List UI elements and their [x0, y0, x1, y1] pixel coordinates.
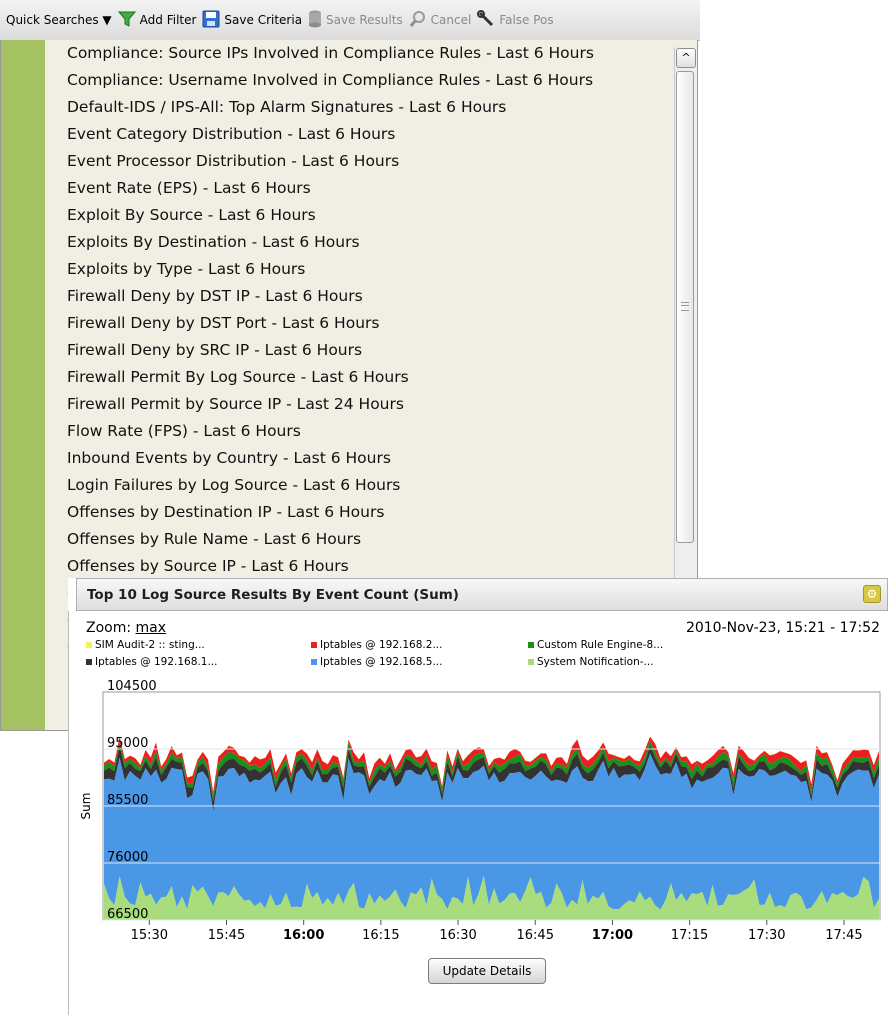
x-tick-label: 16:30: [439, 928, 476, 943]
cancel-label: Cancel: [430, 13, 472, 27]
false-positive-button[interactable]: False Pos: [477, 9, 554, 31]
saved-search-item[interactable]: Compliance: Username Involved in Complia…: [45, 67, 673, 94]
saved-search-item[interactable]: Firewall Deny by DST IP - Last 6 Hours: [45, 283, 673, 310]
saved-search-item[interactable]: Login Failures by Log Source - Last 6 Ho…: [45, 472, 673, 499]
false-positive-label: False Pos: [499, 13, 554, 27]
saved-search-item[interactable]: Firewall Deny by SRC IP - Last 6 Hours: [45, 337, 673, 364]
y-tick-label: 104500: [107, 679, 157, 694]
save-criteria-button[interactable]: Save Criteria: [202, 9, 302, 31]
scroll-thumb[interactable]: [676, 71, 694, 543]
floppy-disk-icon: [202, 10, 220, 31]
saved-search-item[interactable]: Compliance: Source IPs Involved in Compl…: [45, 40, 673, 67]
chart-panel: Top 10 Log Source Results By Event Count…: [68, 578, 888, 1015]
y-tick-label: 95000: [107, 736, 148, 751]
grip-icon: [681, 302, 689, 311]
series-area-iptables-5: [104, 753, 879, 910]
saved-search-item[interactable]: Firewall Permit By Log Source - Last 6 H…: [45, 364, 673, 391]
x-tick-label: 16:00: [283, 928, 324, 943]
y-tick-label: 76000: [107, 850, 148, 865]
save-results-button[interactable]: Save Results: [308, 9, 403, 31]
stacked-area-chart[interactable]: 104500 95000 85500 76000 66500 Sum 15:30 15:45 1…: [68, 578, 888, 948]
wrench-icon: [477, 9, 495, 31]
saved-search-item[interactable]: Firewall Permit by Source IP - Last 24 H…: [45, 391, 673, 418]
saved-search-item[interactable]: Exploits By Destination - Last 6 Hours: [45, 229, 673, 256]
add-filter-label: Add Filter: [139, 13, 197, 27]
quick-searches-label: Quick Searches ▼: [6, 13, 112, 27]
x-tick-label: 17:30: [748, 928, 785, 943]
saved-search-item[interactable]: Event Category Distribution - Last 6 Hou…: [45, 121, 673, 148]
cancel-button[interactable]: Cancel: [409, 9, 472, 31]
saved-search-item[interactable]: Offenses by Source IP - Last 6 Hours: [45, 553, 673, 580]
saved-search-item[interactable]: Offenses by Rule Name - Last 6 Hours: [45, 526, 673, 553]
filter-icon: [117, 10, 136, 31]
y-axis-label: Sum: [79, 793, 93, 820]
toolbar: Quick Searches ▼ Add Filter Save Criteri…: [0, 0, 700, 41]
scroll-up-arrow-icon[interactable]: ^: [676, 48, 696, 68]
save-criteria-label: Save Criteria: [224, 13, 303, 27]
saved-search-item[interactable]: Event Rate (EPS) - Last 6 Hours: [45, 175, 673, 202]
x-tick-label: 16:15: [362, 928, 399, 943]
saved-search-item[interactable]: Exploits by Type - Last 6 Hours: [45, 256, 673, 283]
add-filter-button[interactable]: Add Filter: [117, 9, 197, 31]
list-gutter: [1, 40, 45, 730]
y-tick-label: 85500: [107, 793, 148, 808]
saved-search-item[interactable]: Event Processor Distribution - Last 6 Ho…: [45, 148, 673, 175]
x-tick-label: 15:30: [131, 928, 168, 943]
y-tick-label: 66500: [107, 907, 148, 922]
x-tick-label: 17:00: [592, 928, 633, 943]
x-tick-label: 17:15: [671, 928, 708, 943]
magnifier-cancel-icon: [409, 10, 427, 31]
update-details-button[interactable]: Update Details: [428, 958, 546, 984]
saved-search-item[interactable]: Default-IDS / IPS-All: Top Alarm Signatu…: [45, 94, 673, 121]
saved-search-item[interactable]: Exploit By Source - Last 6 Hours: [45, 202, 673, 229]
quick-searches-menu[interactable]: Quick Searches ▼: [6, 9, 112, 31]
saved-search-item[interactable]: Offenses by Destination IP - Last 6 Hour…: [45, 499, 673, 526]
x-tick-label: 15:45: [208, 928, 245, 943]
x-tick-label: 17:45: [825, 928, 862, 943]
saved-search-item[interactable]: Firewall Deny by DST Port - Last 6 Hours: [45, 310, 673, 337]
x-tick-label: 16:45: [517, 928, 554, 943]
saved-search-item[interactable]: Flow Rate (FPS) - Last 6 Hours: [45, 418, 673, 445]
save-results-label: Save Results: [326, 13, 403, 27]
database-icon: [308, 10, 322, 31]
saved-search-item[interactable]: Inbound Events by Country - Last 6 Hours: [45, 445, 673, 472]
